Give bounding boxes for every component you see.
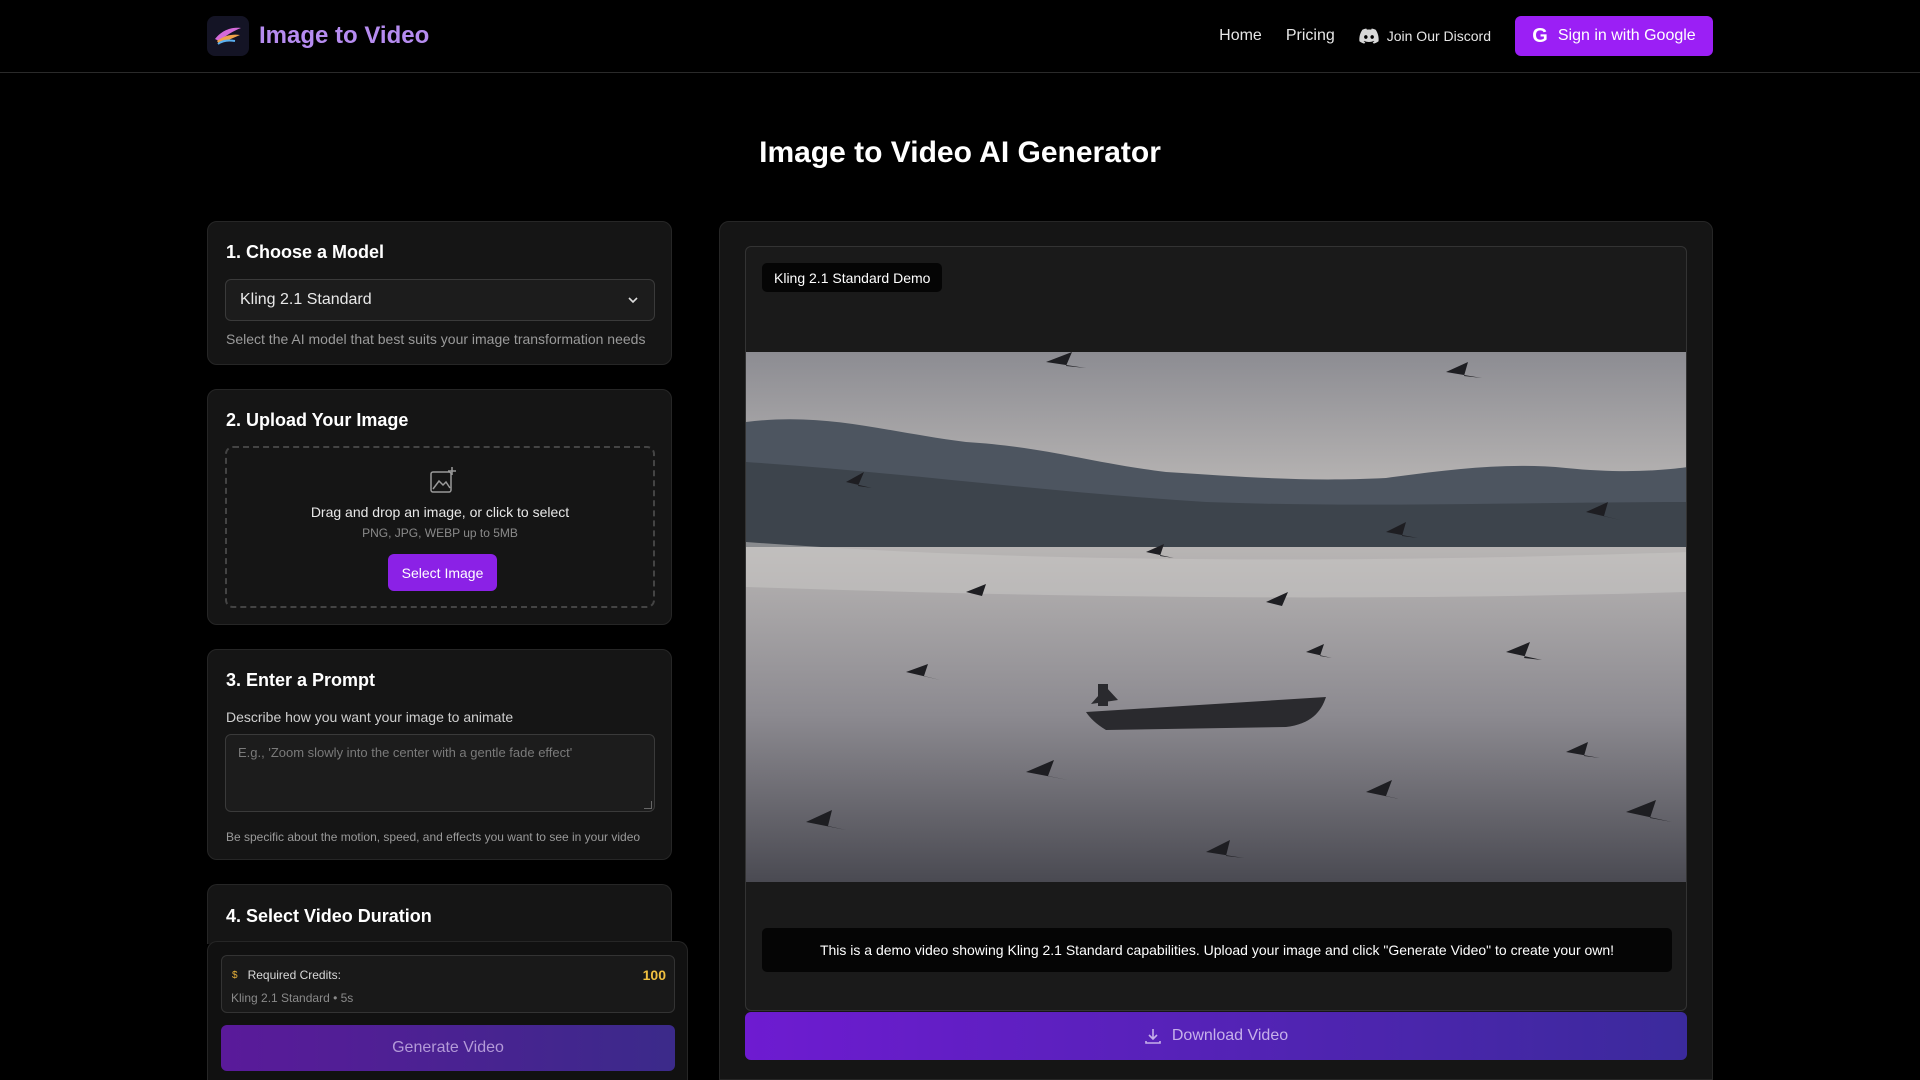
main-nav: Home Pricing Join Our Discord G Sign in …	[1219, 16, 1920, 56]
enter-prompt-card: 3. Enter a Prompt Describe how you want …	[207, 649, 672, 860]
choose-model-card: 1. Choose a Model Kling 2.1 Standard Sel…	[207, 221, 672, 365]
discord-icon	[1359, 28, 1379, 44]
video-duration-title: 4. Select Video Duration	[226, 906, 432, 926]
download-label: Download Video	[1171, 1027, 1289, 1044]
credits-label: $ Required Credits:	[232, 968, 341, 982]
image-add-icon	[430, 467, 456, 493]
resize-handle[interactable]	[644, 801, 652, 809]
upload-image-title: 2. Upload Your Image	[226, 410, 409, 430]
select-image-button[interactable]: Select Image	[388, 554, 497, 591]
feather-logo-icon	[207, 16, 249, 56]
video-preview[interactable]: Kling 2.1 Standard Demo This is a demo v…	[745, 246, 1687, 1011]
prompt-textarea[interactable]: E.g., 'Zoom slowly into the center with …	[225, 734, 655, 812]
prompt-label: Describe how you want your image to anim…	[226, 709, 514, 725]
brand-name: Image to Video	[259, 22, 430, 49]
credits-label-text: Required Credits:	[247, 968, 341, 982]
dropzone-text: Drag and drop an image, or click to sele…	[310, 504, 570, 520]
top-header: Image to Video Home Pricing Join Our Dis…	[0, 0, 1920, 73]
prompt-hint: Be specific about the motion, speed, and…	[226, 830, 641, 844]
credits-detail: Kling 2.1 Standard • 5s	[231, 991, 354, 1005]
dropzone-formats: PNG, JPG, WEBP up to 5MB	[362, 526, 518, 540]
prompt-placeholder: E.g., 'Zoom slowly into the center with …	[238, 745, 573, 760]
preview-panel: Kling 2.1 Standard Demo This is a demo v…	[719, 221, 1713, 1080]
demo-badge: Kling 2.1 Standard Demo	[762, 263, 943, 292]
model-hint: Select the AI model that best suits your…	[226, 331, 646, 347]
image-dropzone[interactable]: Drag and drop an image, or click to sele…	[225, 446, 655, 608]
nav-discord[interactable]: Join Our Discord	[1359, 28, 1491, 44]
video-duration-card: 4. Select Video Duration	[207, 884, 672, 944]
generate-video-button[interactable]: Generate Video	[221, 1025, 675, 1071]
demo-caption: This is a demo video showing Kling 2.1 S…	[762, 928, 1672, 972]
model-select-value: Kling 2.1 Standard	[240, 291, 372, 308]
upload-image-card: 2. Upload Your Image Drag and drop an im…	[207, 389, 672, 625]
nav-home[interactable]: Home	[1219, 27, 1262, 45]
demo-video-frame[interactable]	[746, 352, 1687, 882]
sign-in-label: Sign in with Google	[1557, 27, 1696, 44]
credits-summary: $ Required Credits: 100 Kling 2.1 Standa…	[221, 955, 675, 1013]
nav-pricing[interactable]: Pricing	[1286, 27, 1335, 45]
google-icon: G	[1532, 24, 1548, 47]
page-title: Image to Video AI Generator	[759, 136, 1161, 169]
model-select[interactable]: Kling 2.1 Standard	[225, 279, 655, 321]
download-video-button[interactable]: Download Video	[745, 1012, 1687, 1060]
brand-logo[interactable]: Image to Video	[207, 16, 429, 56]
discord-label: Join Our Discord	[1386, 28, 1491, 44]
generate-panel: $ Required Credits: 100 Kling 2.1 Standa…	[207, 941, 688, 1080]
choose-model-title: 1. Choose a Model	[226, 242, 385, 262]
credits-value: 100	[642, 967, 666, 983]
sign-in-google-button[interactable]: G Sign in with Google	[1515, 16, 1713, 56]
chevron-down-icon	[628, 297, 638, 304]
enter-prompt-title: 3. Enter a Prompt	[226, 670, 376, 690]
download-icon	[1145, 1029, 1161, 1044]
coin-icon: $	[232, 969, 238, 981]
